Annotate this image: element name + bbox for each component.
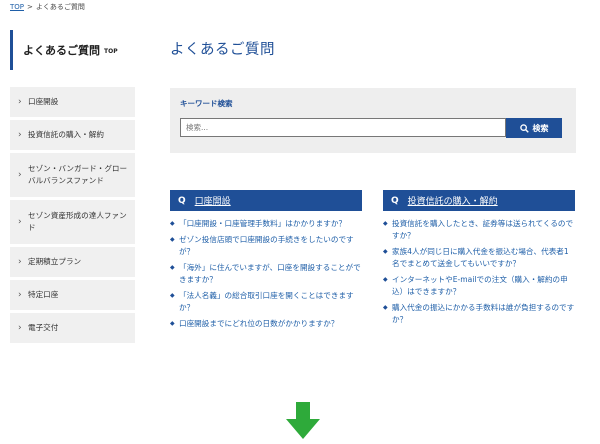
search-button[interactable]: 検索 (506, 118, 562, 138)
search-icon (519, 123, 529, 133)
sidebar-item-tatsujin-fund[interactable]: › セゾン資産形成の達人ファンド (10, 200, 135, 244)
sidebar-item-e-delivery[interactable]: › 電子交付 (10, 313, 135, 343)
q-marker: Q (391, 195, 399, 206)
faq-section-fund-purchase: Q 投資信託の購入・解約 ◆ 投資信託を購入したとき、証券等は送られてくるのですか… (383, 190, 575, 346)
faq-item-text: 投資信託を購入したとき、証券等は送られてくるのですか？ (392, 219, 574, 240)
sidebar-item-label: セゾン・バンガード・グローバルバランスファンド (28, 164, 128, 185)
faq-item-text: インターネットやE-mailでの注文（購入・解約の申込）はできますか？ (392, 275, 568, 296)
chevron-right-icon: › (18, 130, 22, 140)
chevron-right-icon: › (18, 257, 22, 267)
sidebar-item-label: 口座開設 (28, 97, 59, 106)
sidebar-item-label: 投資信託の購入・解約 (28, 130, 104, 139)
faq-item-text: 「口座開設・口座管理手数料」はかかりますか？ (179, 219, 347, 228)
faq-item-text: 家族4人が同じ日に購入代金を振込む場合、代表者1名でまとめて送金してもいいですか… (392, 247, 569, 268)
search-label: キーワード検索 (180, 99, 233, 108)
faq-section-header[interactable]: Q 投資信託の購入・解約 (383, 190, 575, 211)
sidebar-item-label: 定期積立プラン (28, 257, 82, 266)
diamond-bullet-icon: ◆ (383, 304, 388, 311)
sidebar-item-fund-purchase[interactable]: › 投資信託の購入・解約 (10, 120, 135, 150)
diamond-bullet-icon: ◆ (170, 236, 175, 243)
faq-item-text: 「海外」に住んでいますが、口座を開設することができますか？ (179, 263, 361, 284)
breadcrumb-current: よくあるご質問 (35, 3, 85, 11)
faq-list: ◆ 投資信託を購入したとき、証券等は送られてくるのですか？ ◆ 家族4人が同じ日に購… (383, 218, 575, 326)
faq-item[interactable]: ◆ 「口座開設・口座管理手数料」はかかりますか？ (170, 218, 362, 230)
diamond-bullet-icon: ◆ (170, 320, 175, 327)
chevron-right-icon: › (18, 97, 22, 107)
chevron-right-icon: › (18, 290, 22, 300)
faq-item[interactable]: ◆ 口座開設までにどれ位の日数がかかりますか？ (170, 318, 362, 330)
search-button-label: 検索 (532, 123, 549, 133)
chevron-right-icon: › (18, 170, 22, 180)
faq-item[interactable]: ◆ 購入代金の振込にかかる手数料は誰が負担するのですか？ (383, 302, 575, 326)
sidebar-title[interactable]: よくあるご質問 TOP (10, 30, 135, 70)
breadcrumb: TOP > よくあるご質問 (10, 2, 85, 12)
sidebar-title-sub: TOP (104, 47, 118, 55)
sidebar-item-regular-plan[interactable]: › 定期積立プラン (10, 247, 135, 277)
diamond-bullet-icon: ◆ (383, 276, 388, 283)
faq-item[interactable]: ◆ 「海外」に住んでいますが、口座を開設することができますか？ (170, 262, 362, 286)
sidebar-item-label: 電子交付 (28, 323, 59, 332)
breadcrumb-separator: > (27, 3, 33, 11)
faq-section-header[interactable]: Q 口座開設 (170, 190, 362, 211)
faq-section-title: 口座開設 (194, 197, 231, 207)
faq-item[interactable]: ◆ 家族4人が同じ日に購入代金を振込む場合、代表者1名でまとめて送金してもいいです… (383, 246, 575, 270)
breadcrumb-top-link[interactable]: TOP (10, 3, 24, 11)
diamond-bullet-icon: ◆ (383, 220, 388, 227)
faq-list: ◆ 「口座開設・口座管理手数料」はかかりますか？ ◆ ゼゾン投信店頭で口座開設の手続… (170, 218, 362, 330)
diamond-bullet-icon: ◆ (170, 292, 175, 299)
q-marker: Q (178, 195, 186, 206)
faq-item[interactable]: ◆ 投資信託を購入したとき、証券等は送られてくるのですか？ (383, 218, 575, 242)
sidebar-item-vanguard-fund[interactable]: › セゾン・バンガード・グローバルバランスファンド (10, 153, 135, 197)
faq-item-text: 購入代金の振込にかかる手数料は誰が負担するのですか？ (392, 303, 575, 324)
page-title: よくあるご質問 (170, 42, 275, 58)
diamond-bullet-icon: ◆ (170, 264, 175, 271)
sidebar-title-text: よくあるご質問 (23, 44, 100, 57)
diamond-bullet-icon: ◆ (383, 248, 388, 255)
faq-item[interactable]: ◆ インターネットやE-mailでの注文（購入・解約の申込）はできますか？ (383, 274, 575, 298)
chevron-right-icon: › (18, 217, 22, 227)
sidebar-item-label: セゾン資産形成の達人ファンド (28, 211, 127, 232)
faq-item[interactable]: ◆ ゼゾン投信店頭で口座開設の手続きをしたいのですが？ (170, 234, 362, 258)
search-input[interactable] (180, 118, 506, 137)
chevron-right-icon: › (18, 323, 22, 333)
down-arrow-icon (286, 402, 320, 439)
faq-item[interactable]: ◆ 「法人名義」の総合取引口座を開くことはできますか？ (170, 290, 362, 314)
sidebar-item-specific-account[interactable]: › 特定口座 (10, 280, 135, 310)
sidebar-item-account-opening[interactable]: › 口座開設 (10, 87, 135, 117)
faq-item-text: ゼゾン投信店頭で口座開設の手続きをしたいのですが？ (179, 235, 354, 256)
faq-item-text: 「法人名義」の総合取引口座を開くことはできますか？ (179, 291, 354, 312)
sidebar-item-label: 特定口座 (28, 290, 59, 299)
faq-item-text: 口座開設までにどれ位の日数がかかりますか？ (179, 319, 339, 328)
faq-section-account-opening: Q 口座開設 ◆ 「口座開設・口座管理手数料」はかかりますか？ ◆ ゼゾン投信店頭で… (170, 190, 362, 346)
faq-section-title: 投資信託の購入・解約 (407, 197, 498, 207)
keyword-search-panel: キーワード検索 検索 (170, 88, 576, 153)
sidebar-nav: › 口座開設 › 投資信託の購入・解約 › セゾン・バンガード・グローバルバラン… (10, 87, 135, 345)
diamond-bullet-icon: ◆ (170, 220, 175, 227)
